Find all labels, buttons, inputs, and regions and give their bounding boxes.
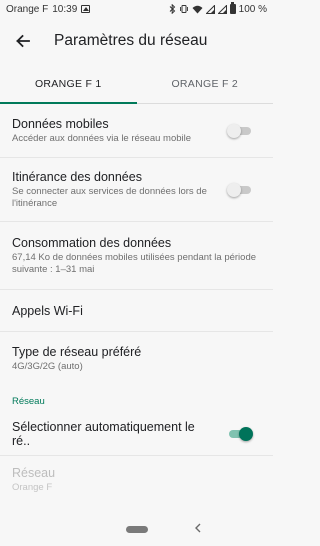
network-title: Réseau	[12, 466, 56, 481]
roaming-toggle[interactable]	[227, 182, 253, 198]
signal-icon	[217, 4, 227, 14]
network-section-header: Réseau	[12, 396, 45, 407]
tab-orange-f-2[interactable]: ORANGE F 2	[137, 64, 274, 103]
status-bar: Orange F 10:39 100 %	[0, 0, 273, 18]
bluetooth-icon	[169, 4, 175, 14]
sim-tabs: ORANGE F 1 ORANGE F 2	[0, 64, 273, 104]
network-row: Réseau Orange F	[0, 456, 273, 504]
mobile-data-row[interactable]: Données mobiles Accéder aux données via …	[0, 104, 273, 158]
data-usage-title: Consommation des données	[12, 235, 172, 250]
toggle-thumb	[239, 426, 253, 441]
chevron-left-icon[interactable]	[194, 521, 202, 535]
home-pill-icon[interactable]	[125, 525, 148, 533]
mobile-data-toggle[interactable]	[227, 123, 253, 139]
roaming-title: Itinérance des données	[12, 169, 142, 184]
roaming-subtitle: Se connecter aux services de données lor…	[12, 185, 207, 209]
auto-select-toggle[interactable]	[227, 426, 253, 442]
mobile-data-subtitle: Accéder aux données via le réseau mobile	[12, 132, 192, 144]
battery-level: 100 %	[238, 3, 267, 15]
status-bar-left: Orange F 10:39	[6, 3, 91, 15]
network-type-subtitle: 4G/3G/2G (auto)	[12, 361, 83, 373]
signal-icon	[205, 4, 215, 14]
carrier-label: Orange F	[6, 3, 49, 15]
network-subtitle: Orange F	[12, 482, 53, 494]
network-type-row[interactable]: Type de réseau préféré 4G/3G/2G (auto)	[0, 332, 273, 386]
wifi-calls-row[interactable]: Appels Wi-Fi	[0, 290, 273, 332]
wifi-calls-title: Appels Wi-Fi	[12, 303, 83, 318]
tab-orange-f-1[interactable]: ORANGE F 1	[0, 64, 137, 104]
wifi-icon	[192, 5, 203, 13]
status-time: 10:39	[52, 3, 78, 15]
toggle-thumb	[227, 182, 241, 197]
vibrate-icon	[179, 5, 188, 13]
page-title: Paramètres du réseau	[54, 32, 208, 49]
arrow-left-icon	[16, 34, 30, 48]
roaming-row[interactable]: Itinérance des données Se connecter aux …	[0, 158, 273, 222]
mobile-data-title: Données mobiles	[12, 116, 109, 131]
status-bar-right: 100 %	[169, 2, 267, 15]
settings-list: Données mobiles Accéder aux données via …	[0, 104, 273, 504]
navigation-bar	[0, 512, 273, 546]
app-bar: Paramètres du réseau	[0, 18, 273, 64]
network-type-title: Type de réseau préféré	[12, 345, 142, 360]
data-usage-subtitle: 67,14 Ko de données mobiles utilisées pe…	[12, 251, 257, 275]
back-button[interactable]	[0, 18, 46, 64]
auto-select-row[interactable]: Sélectionner automatiquement le ré..	[0, 412, 273, 456]
toggle-thumb	[227, 123, 241, 138]
auto-select-title: Sélectionner automatiquement le ré..	[12, 419, 195, 448]
battery-icon	[229, 2, 236, 14]
data-usage-row[interactable]: Consommation des données 67,14 Ko de don…	[0, 222, 273, 290]
image-icon	[81, 5, 91, 13]
